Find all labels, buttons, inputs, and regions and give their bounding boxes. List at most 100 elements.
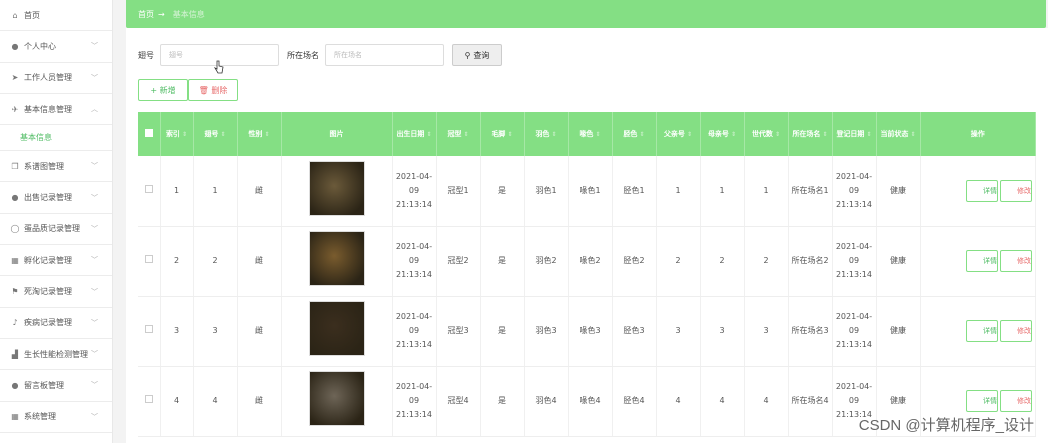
select-all-checkbox[interactable] xyxy=(138,112,161,156)
detail-button[interactable]: 详情 xyxy=(966,320,998,342)
delete-button-label: 删除 xyxy=(211,85,228,95)
cell-sex: 雌 xyxy=(237,226,282,297)
data-table: 索引 ⇕ 翅号 ⇕ 性别 ⇕ 图片 出生日期 ⇕ 冠型 ⇕ 毛脚 ⇕ 羽色 ⇕ 喙色 ⇕ 胫色 ⇕… xyxy=(138,112,1036,437)
edit-button[interactable]: 修改 xyxy=(1000,320,1032,342)
table-row: 1 1 雌 2021-04-09 21:13:14 冠型1 是羽色1 喙色1 胫色1 1 1 1 所在… xyxy=(138,156,1036,227)
breadcrumb-home[interactable]: 首页 xyxy=(138,9,154,20)
sort-icon[interactable]: ⇕ xyxy=(180,131,187,138)
chevron-down-icon: ﹀ xyxy=(91,412,98,421)
sidebar-item[interactable]: ▦ 孵化记录管理 ﹀ xyxy=(0,245,112,277)
sidebar-item[interactable]: ❐ 系谱图管理 ﹀ xyxy=(0,151,112,183)
sort-icon[interactable]: ⇕ xyxy=(593,131,601,138)
row-checkbox[interactable] xyxy=(138,226,161,297)
column-header[interactable]: 冠型 ⇕ xyxy=(436,112,481,156)
column-header[interactable]: 父亲号 ⇕ xyxy=(656,112,701,156)
sidebar-item[interactable]: ● 个人中心 ﹀ xyxy=(0,31,112,63)
column-header[interactable]: 翅号 ⇕ xyxy=(193,112,238,156)
column-header[interactable]: 胫色 ⇕ xyxy=(612,112,657,156)
cell-wing: 3 xyxy=(193,296,238,367)
cell-birth: 2021-04-09 21:13:14 xyxy=(392,226,437,297)
sidebar-item[interactable]: ◯ 蛋品质记录管理 ﹀ xyxy=(0,214,112,246)
cell-index: 4 xyxy=(160,366,194,437)
cell-feet: 是 xyxy=(480,156,525,227)
sidebar-item-label: 系谱图管理 xyxy=(24,161,64,171)
sidebar-subitem-basic-info[interactable]: 基本信息 xyxy=(0,125,112,152)
column-header[interactable]: 当前状态 ⇕ xyxy=(876,112,921,156)
search-button[interactable]: ⚲ 查询 xyxy=(452,44,502,66)
sidebar-item[interactable]: ● 留言板管理 ﹀ xyxy=(0,370,112,402)
add-button-label: 新增 xyxy=(159,85,176,95)
sidebar-item[interactable]: ⚑ 死淘记录管理 ﹀ xyxy=(0,276,112,308)
detail-button[interactable]: 详情 xyxy=(966,390,998,412)
sidebar-item[interactable]: ● 出售记录管理 ﹀ xyxy=(0,182,112,214)
chevron-down-icon: ﹀ xyxy=(91,162,98,171)
sort-icon[interactable]: ⇕ xyxy=(908,131,916,138)
sort-icon[interactable]: ⇕ xyxy=(729,131,736,138)
trash-icon: 🗑 xyxy=(198,85,212,95)
sort-icon[interactable]: ⇕ xyxy=(262,131,270,138)
column-header[interactable]: 喙色 ⇕ xyxy=(568,112,613,156)
edit-button[interactable]: 修改 xyxy=(1000,390,1032,412)
photo-cell xyxy=(281,226,393,297)
sidebar-item[interactable]: ♪ 疾病记录管理 ﹀ xyxy=(0,308,112,339)
copy-icon: ❐ xyxy=(11,161,19,171)
edit-button[interactable]: 修改 xyxy=(1000,179,1032,202)
sidebar-item[interactable]: ✈ 基本信息管理 ︿ xyxy=(0,94,112,126)
detail-button[interactable]: 详情 xyxy=(966,250,998,272)
sort-icon[interactable]: ⇕ xyxy=(505,131,513,138)
animal-photo[interactable] xyxy=(308,301,365,356)
column-header[interactable]: 世代数 ⇕ xyxy=(744,112,789,156)
cell-plumage: 羽色4 xyxy=(524,366,569,437)
cell-birth: 2021-04-09 21:13:14 xyxy=(392,296,437,367)
sidebar-item[interactable]: ⌂ 首页 xyxy=(0,0,112,32)
farm-name-input[interactable] xyxy=(325,44,444,66)
add-button[interactable]: + 新增 xyxy=(138,79,188,101)
sort-icon[interactable]: ⇕ xyxy=(461,131,469,138)
column-header[interactable]: 图片 xyxy=(281,112,393,156)
cell-crest: 冠型4 xyxy=(436,366,481,437)
animal-photo[interactable] xyxy=(308,371,365,426)
column-header[interactable]: 索引 ⇕ xyxy=(160,112,194,156)
column-header[interactable]: 母亲号 ⇕ xyxy=(700,112,745,156)
chevron-down-icon: ﹀ xyxy=(91,318,98,327)
search-icon: ⚲ xyxy=(464,50,471,60)
chevron-down-icon: ﹀ xyxy=(91,381,98,390)
column-header[interactable]: 所在场名 ⇕ xyxy=(788,112,833,156)
row-checkbox[interactable] xyxy=(138,156,161,227)
column-header[interactable]: 登记日期 ⇕ xyxy=(832,112,877,156)
sidebar-item-label: 系统管理 xyxy=(24,412,56,422)
sort-icon[interactable]: ⇕ xyxy=(549,131,557,138)
sort-icon[interactable]: ⇕ xyxy=(820,131,828,138)
cell-crest: 冠型3 xyxy=(436,296,481,367)
sort-icon[interactable]: ⇕ xyxy=(864,131,872,138)
cell-beak: 喙色3 xyxy=(568,296,613,367)
cell-crest: 冠型2 xyxy=(436,226,481,297)
cell-shank: 胫色4 xyxy=(612,366,657,437)
column-header[interactable]: 出生日期 ⇕ xyxy=(392,112,437,156)
sort-icon[interactable]: ⇕ xyxy=(218,131,226,138)
sort-icon[interactable]: ⇕ xyxy=(685,131,692,138)
action-bar: + 新增 🗑 删除 xyxy=(138,79,238,101)
column-header[interactable]: 性别 ⇕ xyxy=(237,112,282,156)
edit-button[interactable]: 修改 xyxy=(1000,250,1032,272)
row-checkbox[interactable] xyxy=(138,366,161,437)
cell-mother: 4 xyxy=(700,366,745,437)
row-checkbox[interactable] xyxy=(138,296,161,367)
user-icon: ● xyxy=(11,41,19,51)
sort-icon[interactable]: ⇕ xyxy=(773,131,780,138)
animal-photo[interactable] xyxy=(308,160,365,216)
user-icon: ● xyxy=(11,193,19,203)
sidebar-item[interactable]: ▦ 系统管理 ﹀ xyxy=(0,402,112,433)
row-actions: 详情 修改 xyxy=(920,296,1036,367)
animal-photo[interactable] xyxy=(308,231,365,286)
cell-index: 3 xyxy=(160,296,194,367)
column-header[interactable]: 毛脚 ⇕ xyxy=(480,112,525,156)
sidebar-item[interactable]: ➤ 工作人员管理 ﹀ xyxy=(0,63,112,94)
sort-icon[interactable]: ⇕ xyxy=(637,131,645,138)
sidebar-item[interactable]: ▟ 生长性能检测管理 ﹀ xyxy=(0,339,112,371)
sort-icon[interactable]: ⇕ xyxy=(424,131,432,138)
column-header[interactable]: 羽色 ⇕ xyxy=(524,112,569,156)
delete-button[interactable]: 🗑 删除 xyxy=(188,79,238,101)
sidebar-item-label: 基本信息管理 xyxy=(24,104,72,114)
detail-button[interactable]: 详情 xyxy=(966,179,998,202)
